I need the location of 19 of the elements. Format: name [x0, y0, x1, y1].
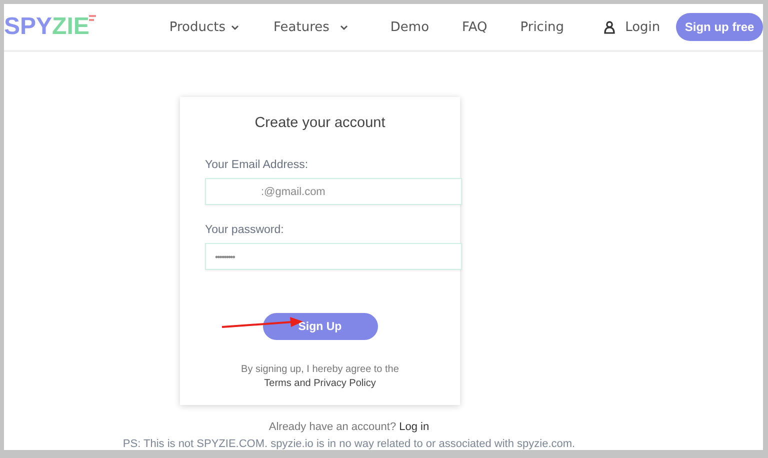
caret-icon: [230, 24, 238, 30]
terms-text: By signing up, I hereby agree to the Terms and Privacy Policy: [240, 363, 400, 391]
nav-link[interactable]: Products: [169, 20, 238, 34]
email-field[interactable]: :@gmail.com: [205, 178, 462, 205]
field-label: Your Email Address:: [205, 159, 310, 171]
caret-icon: [340, 24, 348, 30]
nav-link[interactable]: Features: [274, 20, 348, 34]
nav-link[interactable]: Demo: [390, 20, 430, 34]
password-field[interactable]: •••••••••: [205, 243, 462, 270]
terms-link[interactable]: Terms and Privacy Policy: [264, 378, 376, 389]
form-title: Create your account: [254, 115, 386, 131]
disclaimer-text: PS: This is not SPYZIE.COM. spyzie.io is in no way related to or associated with spyzie.com.: [122, 438, 576, 450]
nav-link[interactable]: FAQ: [462, 20, 488, 34]
field-label: Your password:: [205, 224, 285, 236]
nav-link[interactable]: Pricing: [520, 20, 564, 34]
user-icon[interactable]: [604, 20, 616, 34]
login-link[interactable]: Login: [625, 20, 660, 34]
login-prompt: Already have an account?: [268, 421, 396, 433]
login-link[interactable]: Log in: [399, 421, 430, 433]
